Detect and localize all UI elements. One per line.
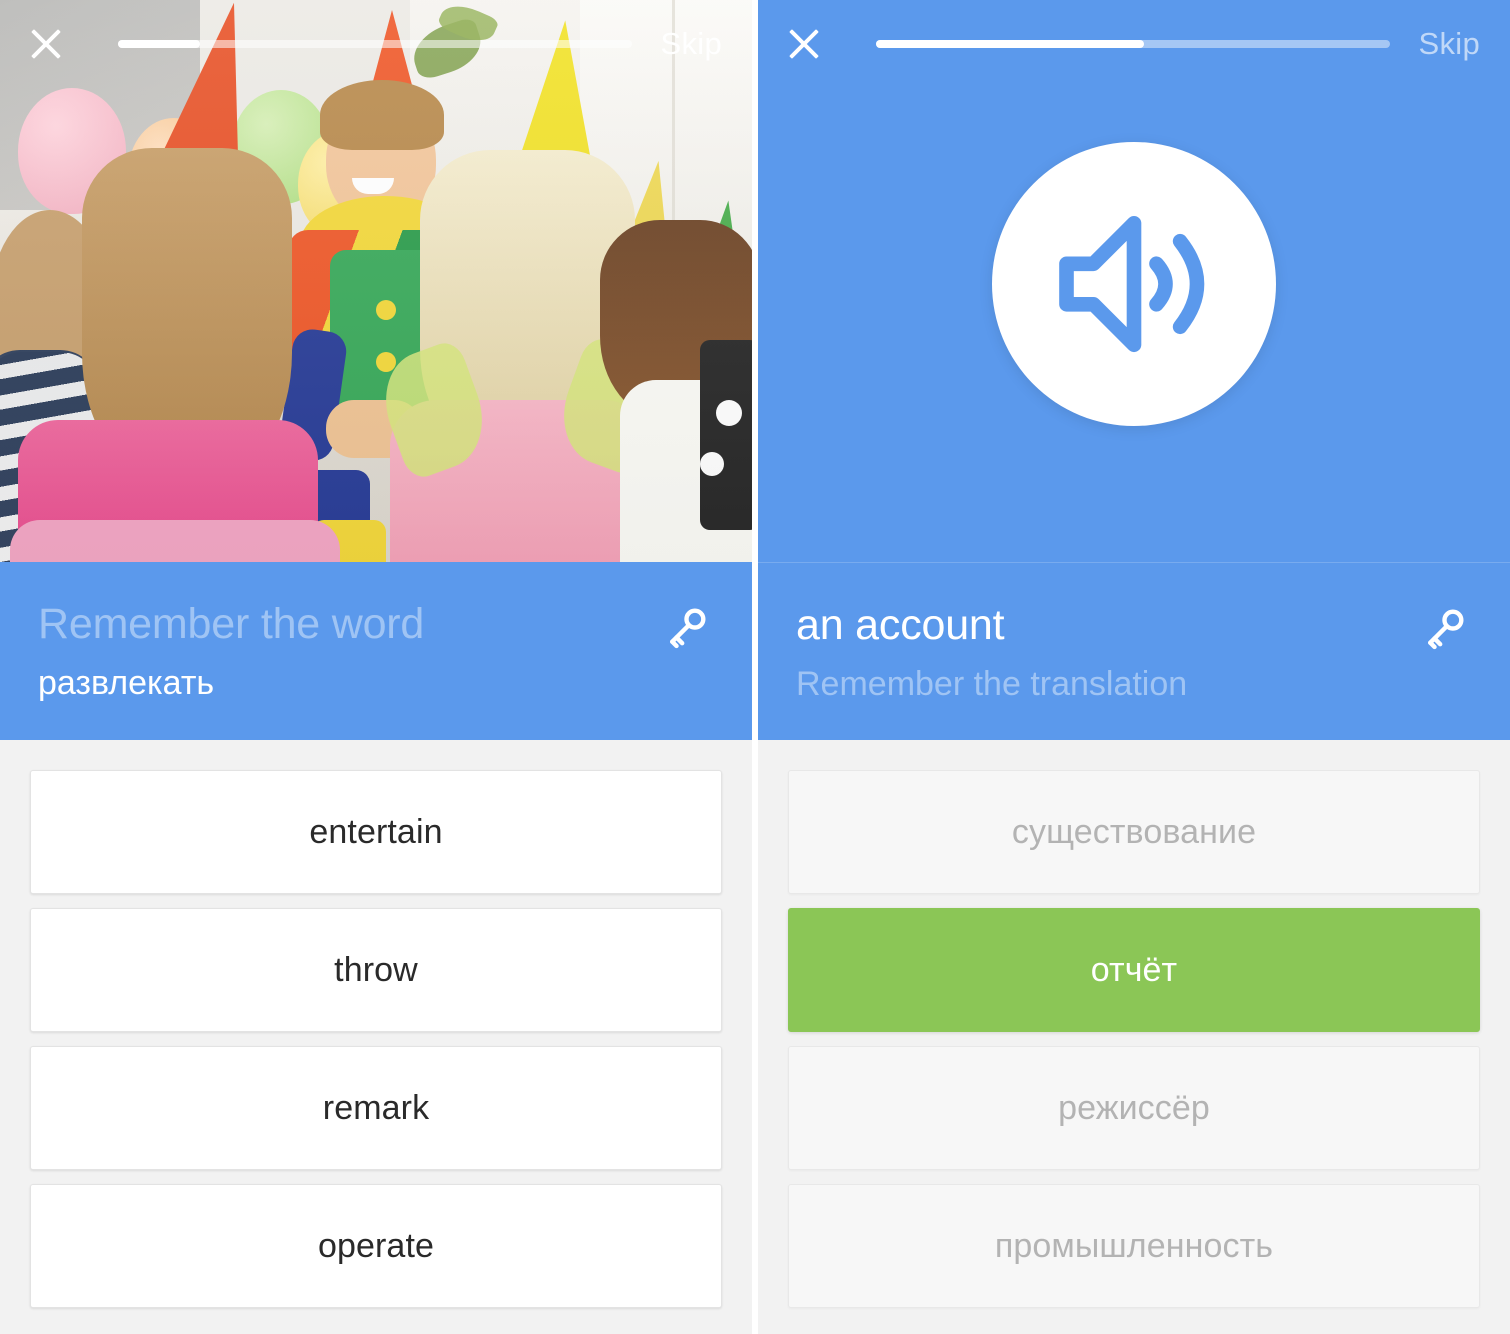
left-answer-options: entertain throw remark operate xyxy=(0,740,752,1334)
answer-option[interactable]: режиссёр xyxy=(788,1046,1480,1170)
close-icon[interactable] xyxy=(780,20,828,68)
progress-fill xyxy=(876,40,1144,48)
left-quiz-panel: Skip Remember the word развлекать entert… xyxy=(0,0,752,1334)
right-prompt-word: an account xyxy=(796,601,1005,649)
answer-option-label: remark xyxy=(322,1088,430,1127)
answer-option[interactable]: отчёт xyxy=(788,908,1480,1032)
answer-option-label: промышленность xyxy=(994,1226,1274,1265)
answer-option[interactable]: throw xyxy=(30,908,722,1032)
dual-panel-screen: Skip Remember the word развлекать entert… xyxy=(0,0,1510,1334)
left-word-header: Remember the word развлекать xyxy=(0,562,752,740)
speaker-volume-icon xyxy=(1059,215,1205,353)
progress-fill xyxy=(118,40,201,48)
left-progress-bar[interactable] xyxy=(118,40,633,48)
answer-option-label: entertain xyxy=(309,812,443,851)
answer-option-label: режиссёр xyxy=(1058,1088,1210,1127)
answer-option-label: throw xyxy=(334,950,418,989)
left-prompt-word: развлекать xyxy=(38,664,215,702)
answer-option[interactable]: remark xyxy=(30,1046,722,1170)
right-prompt-title: Remember the translation xyxy=(796,665,1188,703)
right-progress-bar[interactable] xyxy=(876,40,1391,48)
right-top-bar: Skip xyxy=(758,0,1510,88)
answer-option[interactable]: существование xyxy=(788,770,1480,894)
right-answer-options: существование отчёт режиссёр промышленность xyxy=(758,740,1510,1334)
left-top-bar: Skip xyxy=(0,0,752,88)
skip-button[interactable]: Skip xyxy=(658,22,724,66)
right-quiz-panel: Skip an account Remember the translation xyxy=(758,0,1510,1334)
play-audio-button[interactable] xyxy=(992,142,1276,426)
answer-option[interactable]: operate xyxy=(30,1184,722,1308)
right-word-header: an account Remember the translation xyxy=(758,562,1510,740)
left-prompt-title: Remember the word xyxy=(38,600,425,648)
answer-option-label: отчёт xyxy=(1090,950,1178,989)
skip-button[interactable]: Skip xyxy=(1416,22,1482,66)
key-icon[interactable] xyxy=(1416,603,1470,657)
key-icon[interactable] xyxy=(658,602,712,656)
answer-option[interactable]: промышленность xyxy=(788,1184,1480,1308)
answer-option-label: operate xyxy=(317,1226,434,1265)
close-icon[interactable] xyxy=(22,20,70,68)
answer-option[interactable]: entertain xyxy=(30,770,722,894)
answer-option-label: существование xyxy=(1011,812,1257,851)
